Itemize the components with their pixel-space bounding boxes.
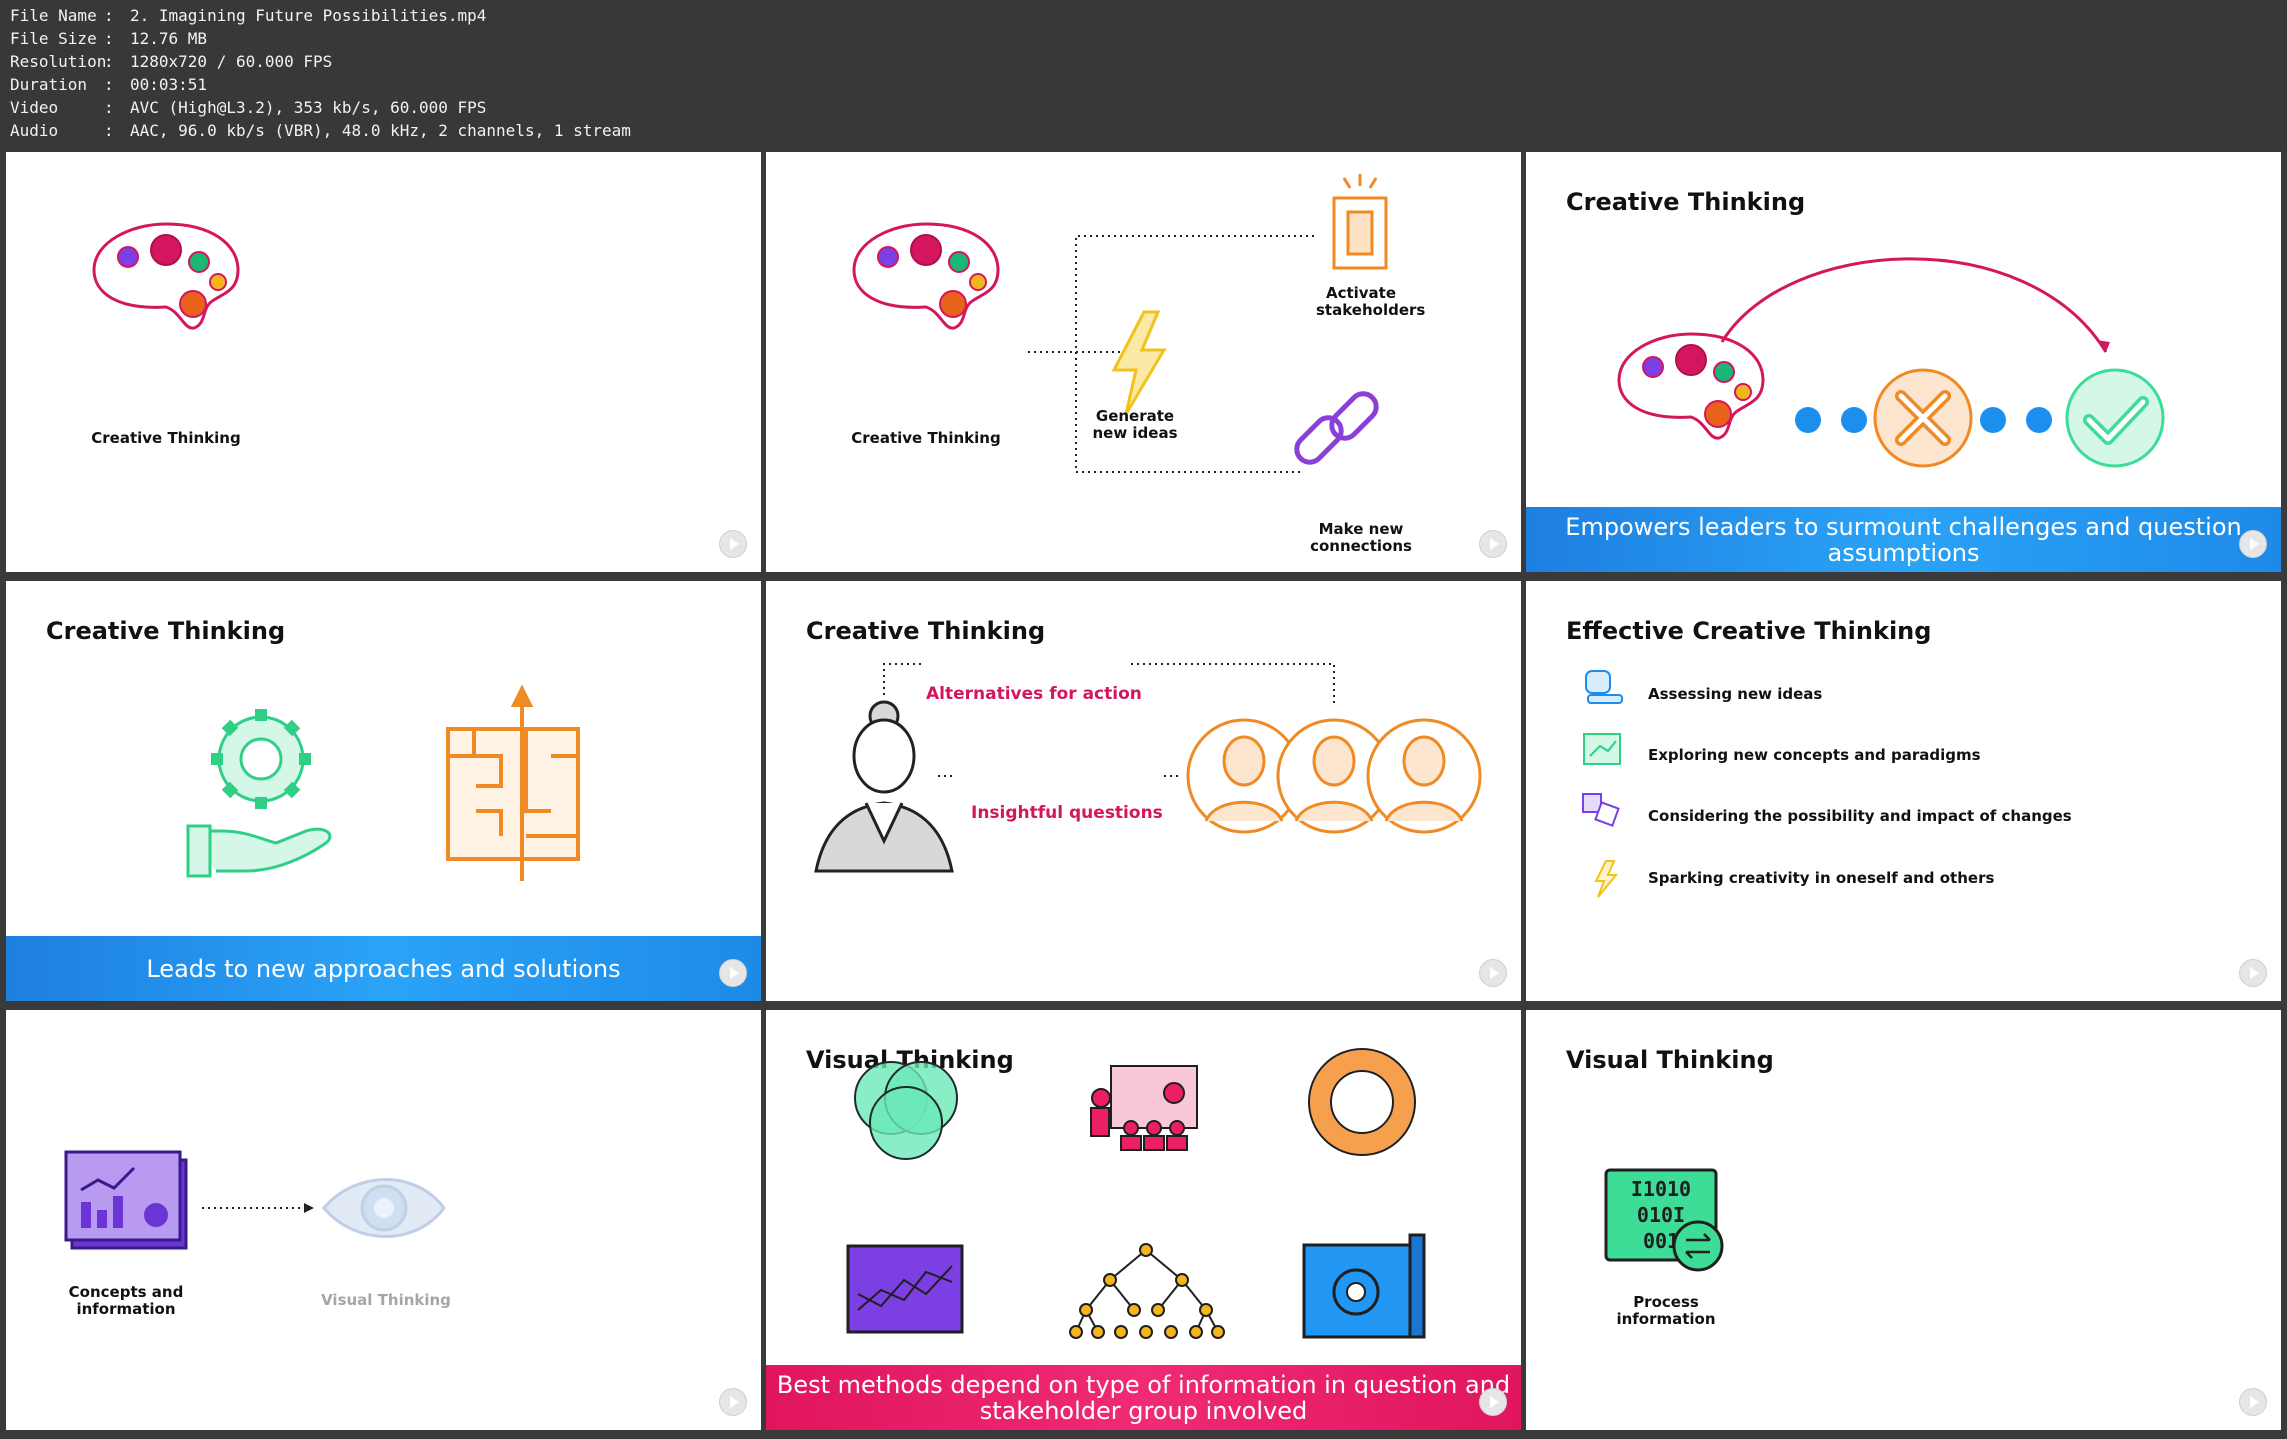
thumbnail-1[interactable]: Creative Thinking xyxy=(6,152,761,572)
lightning-icon xyxy=(1594,860,1619,898)
switch-icon xyxy=(1332,174,1388,270)
file-info-header: File Name:2. Imagining Future Possibilit… xyxy=(0,0,2287,150)
connect-label: Make new connections xyxy=(1310,520,1412,555)
meta-row-resolution: Resolution: 1280x720 / 60.000 FPS xyxy=(10,52,333,71)
check-icon xyxy=(2065,368,2165,468)
shapes-icon xyxy=(1582,793,1620,827)
activate-label: Activate stakeholders xyxy=(1316,284,1426,319)
play-icon[interactable] xyxy=(719,959,747,987)
list-icons xyxy=(1582,670,1623,898)
questions-diagram xyxy=(814,663,1482,873)
palette-label: Creative Thinking xyxy=(851,429,1001,447)
meta-row-audio: Audio: AAC, 96.0 kb/s (VBR), 48.0 kHz, 2 … xyxy=(10,121,631,140)
play-icon[interactable] xyxy=(719,1388,747,1416)
gear-hand-icon xyxy=(186,709,332,878)
tree-diagram-icon xyxy=(1069,1243,1225,1339)
lightning-icon xyxy=(1111,310,1167,415)
concepts-label: Concepts and information xyxy=(68,1283,184,1318)
process-info-icon: I1010 010I 001 xyxy=(1604,1168,1724,1272)
venn-diagram-icon xyxy=(854,1061,958,1160)
palette-icon xyxy=(1617,332,1765,440)
visual-thinking-diagram xyxy=(64,1150,446,1250)
thumbnail-8[interactable]: Visual Thinking Best methods depend on t… xyxy=(766,1010,1521,1430)
thumbnail-3[interactable]: Creative Thinking Empowers leaders to su… xyxy=(1526,152,2281,572)
thumbnail-4[interactable]: Creative Thinking Leads to new approache… xyxy=(6,581,761,1001)
play-icon[interactable] xyxy=(2239,530,2267,558)
chart-board-icon xyxy=(64,1150,188,1250)
woman-avatar-icon xyxy=(814,700,954,873)
play-icon[interactable] xyxy=(2239,959,2267,987)
svg-text:010I: 010I xyxy=(1637,1203,1685,1227)
alternatives-label: Alternatives for action xyxy=(926,684,1142,704)
meta-row-file-name: File Name:2. Imagining Future Possibilit… xyxy=(10,6,487,25)
svg-text:I1010: I1010 xyxy=(1631,1177,1691,1201)
palette-label: Creative Thinking xyxy=(91,429,241,447)
play-icon[interactable] xyxy=(1479,959,1507,987)
process-label: Process information xyxy=(1616,1293,1716,1328)
thumbnail-6[interactable]: Effective Creative Thinking Assessing ne… xyxy=(1526,581,2281,1001)
play-icon[interactable] xyxy=(1479,530,1507,558)
donut-chart-icon xyxy=(1308,1048,1416,1156)
list-item: Sparking creativity in oneself and other… xyxy=(1648,869,1995,887)
play-icon[interactable] xyxy=(719,530,747,558)
play-icon[interactable] xyxy=(1479,1388,1507,1416)
presentation-icon xyxy=(1090,1065,1198,1151)
summary-banner: Empowers leaders to surmount challenges … xyxy=(1526,507,2281,572)
creative-thinking-diagram xyxy=(852,174,1388,473)
blueprint-gear-icon xyxy=(1302,1233,1426,1339)
eye-icon xyxy=(322,1178,446,1238)
thumbnail-5[interactable]: Creative Thinking Alternatives for actio… xyxy=(766,581,1521,1001)
group-avatars-icon xyxy=(1186,718,1482,834)
close-icon xyxy=(1873,368,1973,468)
generate-label: Generate new ideas xyxy=(1092,407,1178,442)
thumbnail-7[interactable]: Concepts and information Visual Thinking xyxy=(6,1010,761,1430)
thumbnail-9[interactable]: Visual Thinking I1010 010I 001 Process i… xyxy=(1526,1010,2281,1430)
maze-icon xyxy=(446,684,580,881)
visual-thinking-label: Visual Thinking xyxy=(321,1291,451,1309)
thumbnail-2[interactable]: Creative Thinking Activate stakeholders … xyxy=(766,152,1521,572)
palette-icon xyxy=(92,222,240,330)
meta-row-video: Video: AVC (High@L3.2), 353 kb/s, 60.000 … xyxy=(10,98,487,117)
list-item: Considering the possibility and impact o… xyxy=(1648,807,2072,825)
brain-icon xyxy=(1585,670,1623,704)
summary-banner: Best methods depend on type of informati… xyxy=(766,1365,1521,1430)
map-icon xyxy=(1583,733,1621,765)
list-item: Exploring new concepts and paradigms xyxy=(1648,746,1981,764)
link-icon xyxy=(1294,391,1379,465)
meta-row-duration: Duration:00:03:51 xyxy=(10,75,208,94)
play-icon[interactable] xyxy=(2239,1388,2267,1416)
summary-banner: Leads to new approaches and solutions xyxy=(6,936,761,1001)
palette-icon xyxy=(852,222,1000,330)
questions-label: Insightful questions xyxy=(971,803,1163,823)
meta-row-file-size: File Size:12.76 MB xyxy=(10,29,208,48)
list-item: Assessing new ideas xyxy=(1648,685,1823,703)
line-chart-icon xyxy=(846,1244,964,1334)
